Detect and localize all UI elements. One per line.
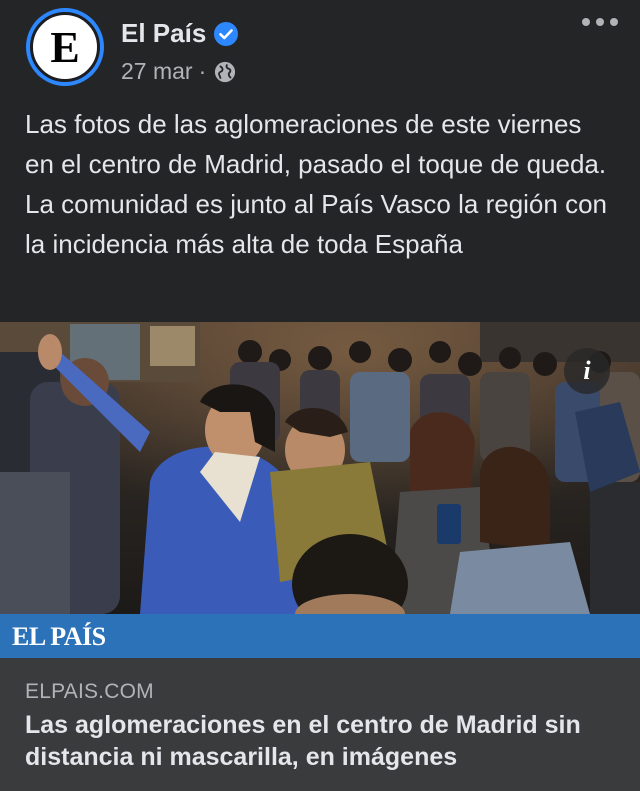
more-horizontal-icon-dot xyxy=(596,18,604,26)
crowd-photo xyxy=(0,322,640,614)
brand-banner: EL PAÍS xyxy=(0,614,640,658)
globe-icon xyxy=(215,61,236,82)
avatar-logo: E xyxy=(30,12,100,82)
facebook-post: E El País 27 mar · Las fotos de las aglo… xyxy=(0,0,640,791)
more-options-button[interactable] xyxy=(582,10,618,34)
banner-logo-text: EL PAÍS xyxy=(12,622,106,651)
page-name-row: El País xyxy=(121,18,239,49)
page-avatar[interactable]: E xyxy=(26,8,104,86)
page-name[interactable]: El País xyxy=(121,18,206,49)
post-date[interactable]: 27 mar xyxy=(121,58,193,85)
more-horizontal-icon-dot xyxy=(582,18,590,26)
verified-badge-icon xyxy=(214,21,239,46)
link-title[interactable]: Las aglomeraciones en el centro de Madri… xyxy=(25,709,625,773)
post-meta: 27 mar · xyxy=(121,58,236,85)
meta-separator: · xyxy=(198,58,207,84)
post-photo[interactable] xyxy=(0,322,640,614)
post-text: Las fotos de las aglomeraciones de este … xyxy=(25,109,607,259)
info-button[interactable]: i xyxy=(564,348,610,394)
link-preview[interactable]: ELPAIS.COM Las aglomeraciones en el cent… xyxy=(0,658,640,791)
more-horizontal-icon-dot xyxy=(610,18,618,26)
avatar-letter: E xyxy=(50,23,80,72)
link-domain: ELPAIS.COM xyxy=(25,680,154,703)
